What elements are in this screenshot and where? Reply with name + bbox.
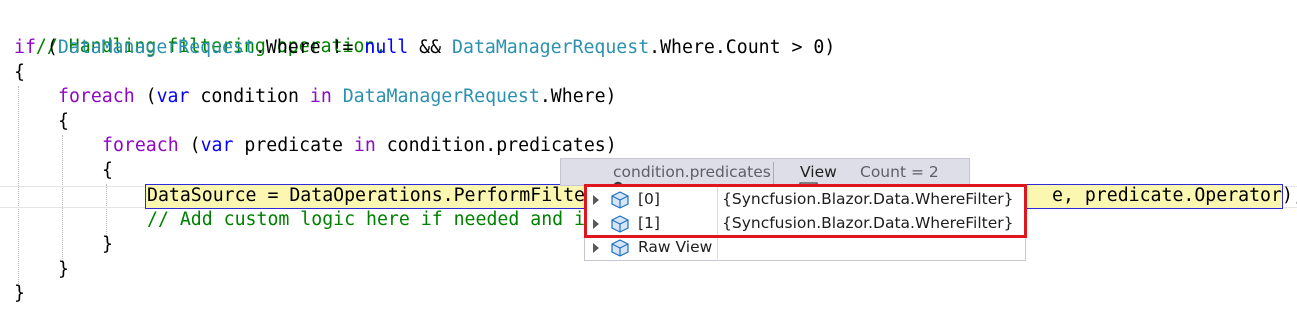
code-text: e, predicate.Operator); xyxy=(1052,185,1297,206)
brace: } xyxy=(58,259,69,280)
keyword-foreach: foreach xyxy=(58,86,135,107)
code-text: ( xyxy=(134,86,157,107)
brace: { xyxy=(14,62,25,83)
keyword-var: var xyxy=(200,135,234,156)
code-line-3[interactable]: { xyxy=(14,61,25,85)
code-text: condition.predicates) xyxy=(375,135,617,156)
item-name: Raw View xyxy=(638,238,713,256)
code-line-11[interactable]: } xyxy=(58,258,69,282)
code-line-9[interactable]: // Add custom logic here if needed and i xyxy=(147,208,585,232)
code-line-8[interactable]: DataSource = DataOperations.PerformFilte xyxy=(147,184,585,208)
type-name: DataManagerRequest xyxy=(57,37,255,58)
code-line-8-visible-tail[interactable]: e, predicate.Operator); xyxy=(1052,184,1297,208)
datatip-count: Count = 2 xyxy=(860,163,939,181)
code-line-6[interactable]: foreach (var predicate in condition.pred… xyxy=(102,134,617,158)
keyword-in: in xyxy=(309,86,332,107)
brace: { xyxy=(58,111,69,132)
variable-name: predicate xyxy=(233,135,354,156)
code-line-4[interactable]: foreach (var condition in DataManagerReq… xyxy=(58,85,617,109)
visualizer-view-button[interactable]: View xyxy=(800,163,837,181)
code-line-10[interactable]: } xyxy=(102,233,113,257)
code-line-7[interactable]: { xyxy=(102,159,113,183)
keyword-if: if xyxy=(14,37,36,58)
code-text: .Where != xyxy=(254,37,365,58)
keyword-foreach: foreach xyxy=(102,135,179,156)
code-text: .Where.Count > 0) xyxy=(649,37,836,58)
annotation-callout-box xyxy=(584,184,1027,238)
code-text: ( xyxy=(35,37,58,58)
code-line-2[interactable]: if (DataManagerRequest.Where != null && … xyxy=(14,36,835,60)
brace: } xyxy=(14,283,25,304)
datatip-header: condition.predicates View Count = 2 xyxy=(560,158,970,201)
keyword-in: in xyxy=(353,135,376,156)
datatip-row-raw-view[interactable]: Raw View xyxy=(585,236,1025,260)
type-name: DataManagerRequest xyxy=(452,37,650,58)
code-comment: // Add custom logic here if needed and i xyxy=(147,209,585,230)
brace: } xyxy=(102,234,113,255)
header-separator xyxy=(773,162,774,184)
code-text: ( xyxy=(178,135,201,156)
variable-name: condition xyxy=(189,86,310,107)
keyword-var: var xyxy=(156,86,190,107)
code-line-1[interactable]: // Handling filtering operation. xyxy=(14,11,386,57)
brace: { xyxy=(102,160,113,181)
type-name: DataManagerRequest xyxy=(342,86,540,107)
code-line-12[interactable]: } xyxy=(14,282,25,306)
expand-arrow-icon[interactable] xyxy=(593,243,599,253)
code-line-5[interactable]: { xyxy=(58,110,69,134)
object-cube-icon xyxy=(611,239,629,257)
datatip-expression: condition.predicates xyxy=(613,163,771,181)
code-text: && xyxy=(408,37,453,58)
keyword-null: null xyxy=(364,37,409,58)
code-text: DataSource = DataOperations.PerformFilte xyxy=(147,185,585,206)
code-text: .Where) xyxy=(539,86,617,107)
